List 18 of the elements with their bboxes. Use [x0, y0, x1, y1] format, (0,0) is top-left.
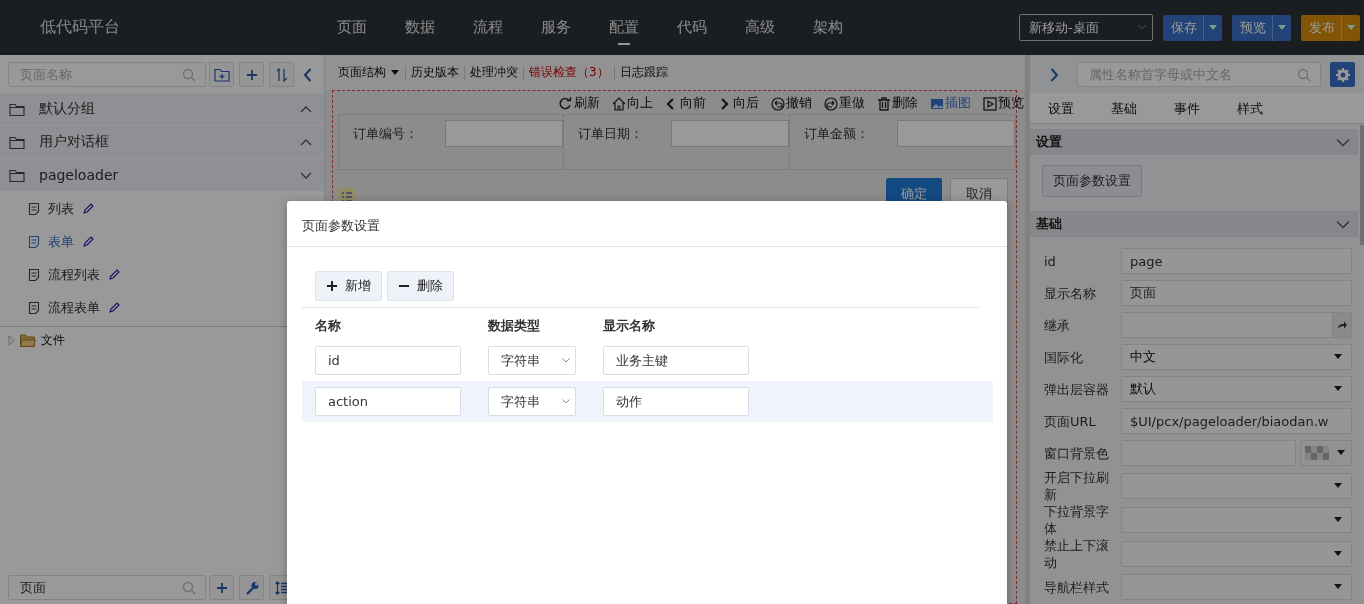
- field-label: 订单金额：: [803, 125, 869, 143]
- field-label: 订单编号：: [353, 125, 418, 143]
- property-label: id: [1044, 252, 1057, 270]
- property-label: 显示名称: [1044, 284, 1097, 302]
- property-label: 导航栏样式: [1044, 578, 1110, 596]
- property-label: 国际化: [1044, 348, 1084, 366]
- column-header: 显示名称: [603, 317, 656, 335]
- property-label: 禁止上下滚动: [1044, 537, 1110, 571]
- property-label: 继承: [1044, 316, 1071, 334]
- property-label: 页面URL: [1044, 412, 1097, 430]
- property-label: 开启下拉刷新: [1044, 469, 1110, 503]
- dialog-title: 页面参数设置: [287, 201, 1007, 247]
- property-label: 弹出层容器: [1044, 380, 1110, 398]
- field-label: 订单日期：: [578, 125, 644, 143]
- property-label: 窗口背景色: [1044, 444, 1110, 462]
- app-title: 低代码平台: [39, 17, 121, 38]
- property-label: 下拉背景字体: [1044, 503, 1110, 537]
- column-header: 数据类型: [488, 317, 541, 335]
